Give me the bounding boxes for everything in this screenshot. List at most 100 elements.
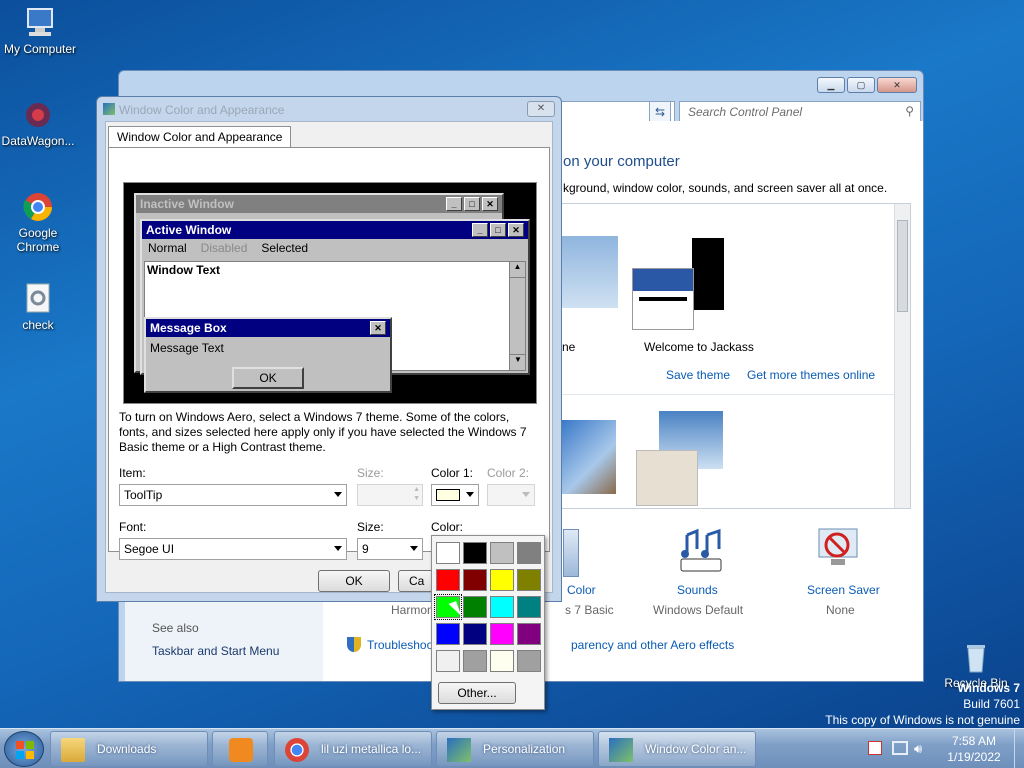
minimize-icon: _ (472, 223, 488, 237)
preview-scrollbar: ▲ ▼ (509, 262, 526, 370)
save-theme-link[interactable]: Save theme (666, 368, 730, 382)
color-swatch[interactable] (463, 596, 487, 618)
color-swatch[interactable] (517, 650, 541, 672)
chevron-down-icon (334, 546, 342, 551)
close-icon: ✕ (482, 197, 498, 211)
color-swatch[interactable] (463, 623, 487, 645)
theme-thumbnail-stack[interactable] (636, 410, 740, 506)
preview-menu: Normal Disabled Selected (142, 239, 528, 259)
font-color-label: Color: (431, 520, 464, 534)
show-desktop-button[interactable] (1014, 729, 1024, 768)
close-icon: ✕ (370, 321, 386, 335)
color-swatch[interactable] (517, 596, 541, 618)
see-also-heading: See also (152, 621, 199, 635)
color-swatch[interactable] (463, 650, 487, 672)
theme-thumbnail-sky[interactable] (562, 236, 618, 308)
screen-saver-link[interactable]: Screen Saver (807, 583, 880, 597)
genuine-watermark: Windows 7 Build 7601 This copy of Window… (825, 680, 1020, 728)
taskbar: Downloads lil uzi metallica lo... Person… (0, 728, 1024, 768)
clock-time: 7:58 AM (951, 734, 997, 748)
theme-thumbnail-basic[interactable] (562, 420, 616, 494)
search-input[interactable]: Search Control Panel ⚲ (679, 101, 921, 123)
color1-select[interactable] (431, 484, 479, 506)
close-button[interactable]: ✕ (877, 77, 917, 93)
color-swatch[interactable] (436, 569, 460, 591)
shield-icon (347, 637, 361, 652)
appearance-preview: Inactive Window _ □ ✕ Active Window _ □ … (123, 182, 537, 404)
window-color-value: s 7 Basic (565, 603, 614, 617)
sounds-link[interactable]: Sounds (677, 583, 718, 597)
folder-icon (61, 738, 85, 762)
troubleshoot-link[interactable]: Troubleshoo (367, 638, 433, 652)
start-button[interactable] (4, 731, 44, 767)
desktop-icon-check[interactable]: check (0, 282, 78, 332)
tray-network-icon[interactable] (892, 741, 908, 755)
color-swatch[interactable] (490, 542, 514, 564)
msgbox-ok: OK (232, 367, 304, 389)
item-select[interactable]: ToolTip (119, 484, 347, 506)
tab-window-color[interactable]: Window Color and Appearance (108, 126, 292, 148)
get-more-themes-link[interactable]: Get more themes online (747, 368, 875, 382)
window-color-dialog: Window Color and Appearance ✕ Window Col… (96, 96, 562, 602)
minimize-button[interactable]: ▁ (817, 77, 845, 93)
dialog-title: Window Color and Appearance (119, 103, 285, 117)
desktop-icon-chrome[interactable]: Google Chrome (0, 190, 78, 254)
aero-effects-link[interactable]: parency and other Aero effects (571, 638, 734, 652)
color-swatch[interactable] (436, 542, 460, 564)
size-label: Size: (357, 466, 384, 480)
color2-select[interactable] (487, 484, 535, 506)
color-swatch[interactable] (463, 542, 487, 564)
watermark-line: Windows 7 (957, 681, 1020, 695)
theme-label: ne (562, 340, 576, 354)
tray-volume-icon[interactable]: 🔊︎ (914, 741, 922, 757)
taskbar-item-media-player[interactable] (212, 731, 268, 767)
theme-thumbnail-jackass[interactable] (632, 238, 724, 334)
other-colors-button[interactable]: Other... (438, 682, 516, 704)
font-size-select[interactable]: 9 (357, 538, 423, 560)
color-swatch[interactable] (436, 650, 460, 672)
taskbar-start-menu-link[interactable]: Taskbar and Start Menu (152, 644, 279, 658)
tray-action-center-icon[interactable] (868, 741, 882, 755)
clock[interactable]: 7:58 AM 1/19/2022 (934, 733, 1014, 765)
taskbar-item-personalization[interactable]: Personalization (436, 731, 594, 767)
watermark-line: This copy of Windows is not genuine (825, 713, 1020, 727)
color1-label: Color 1: (431, 466, 474, 480)
task-label: Window Color an... (645, 742, 747, 756)
color-swatch[interactable] (436, 623, 460, 645)
refresh-button[interactable]: ⇆ (649, 101, 671, 123)
msgbox-text: Message Text (150, 341, 224, 355)
taskbar-item-downloads[interactable]: Downloads (50, 731, 208, 767)
caption-buttons: ▁ ▢ ✕ (817, 77, 917, 93)
color-swatch[interactable] (517, 623, 541, 645)
color-swatch[interactable] (517, 569, 541, 591)
font-label: Font: (119, 520, 147, 534)
color-swatch[interactable] (490, 569, 514, 591)
maximize-icon: □ (464, 197, 480, 211)
color-swatch[interactable] (490, 623, 514, 645)
settings-file-icon (21, 282, 55, 316)
window-color-link[interactable]: Color (567, 583, 596, 597)
gallery-scrollbar[interactable] (894, 204, 910, 508)
harmony-label: Harmon (391, 603, 434, 617)
taskbar-item-chrome[interactable]: lil uzi metallica lo... (274, 731, 432, 767)
watermark-line: Build 7601 (963, 697, 1020, 711)
maximize-button[interactable]: ▢ (847, 77, 875, 93)
menu-disabled: Disabled (200, 241, 248, 255)
color-swatch[interactable] (490, 596, 514, 618)
desktop-icon-my-computer[interactable]: My Computer (0, 6, 80, 56)
close-icon: ✕ (508, 223, 524, 237)
ok-button[interactable]: OK (318, 570, 390, 592)
size-spinner[interactable]: ▲ ▼ (357, 484, 423, 506)
color-swatch[interactable] (517, 542, 541, 564)
chevron-down-icon (334, 492, 342, 497)
chrome-icon (21, 190, 55, 224)
color-swatch[interactable] (490, 650, 514, 672)
color-swatch[interactable] (463, 569, 487, 591)
recycle-bin-icon (959, 640, 993, 674)
desktop-icon-datawagon[interactable]: DataWagon... (0, 98, 78, 148)
sounds-value: Windows Default (653, 603, 744, 617)
taskbar-item-window-color[interactable]: Window Color an... (598, 731, 756, 767)
dialog-close-button[interactable]: ✕ (527, 101, 555, 117)
media-player-icon (229, 738, 253, 762)
font-select[interactable]: Segoe UI (119, 538, 347, 560)
